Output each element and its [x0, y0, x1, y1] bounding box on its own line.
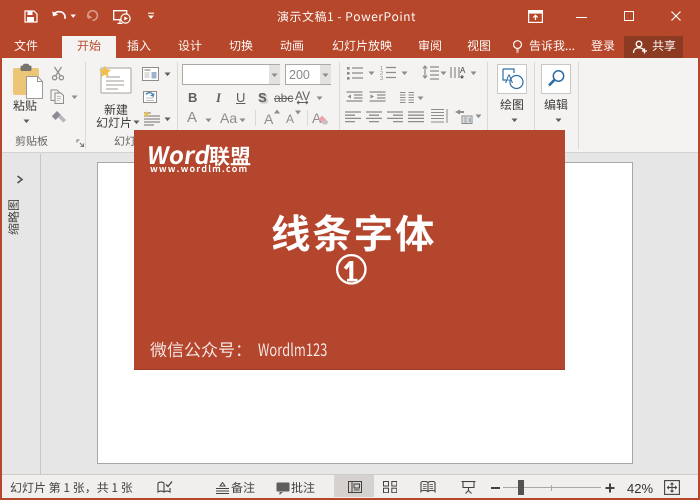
- svg-text:A: A: [505, 72, 513, 86]
- svg-text:A: A: [460, 66, 466, 75]
- svg-text:3: 3: [380, 76, 383, 80]
